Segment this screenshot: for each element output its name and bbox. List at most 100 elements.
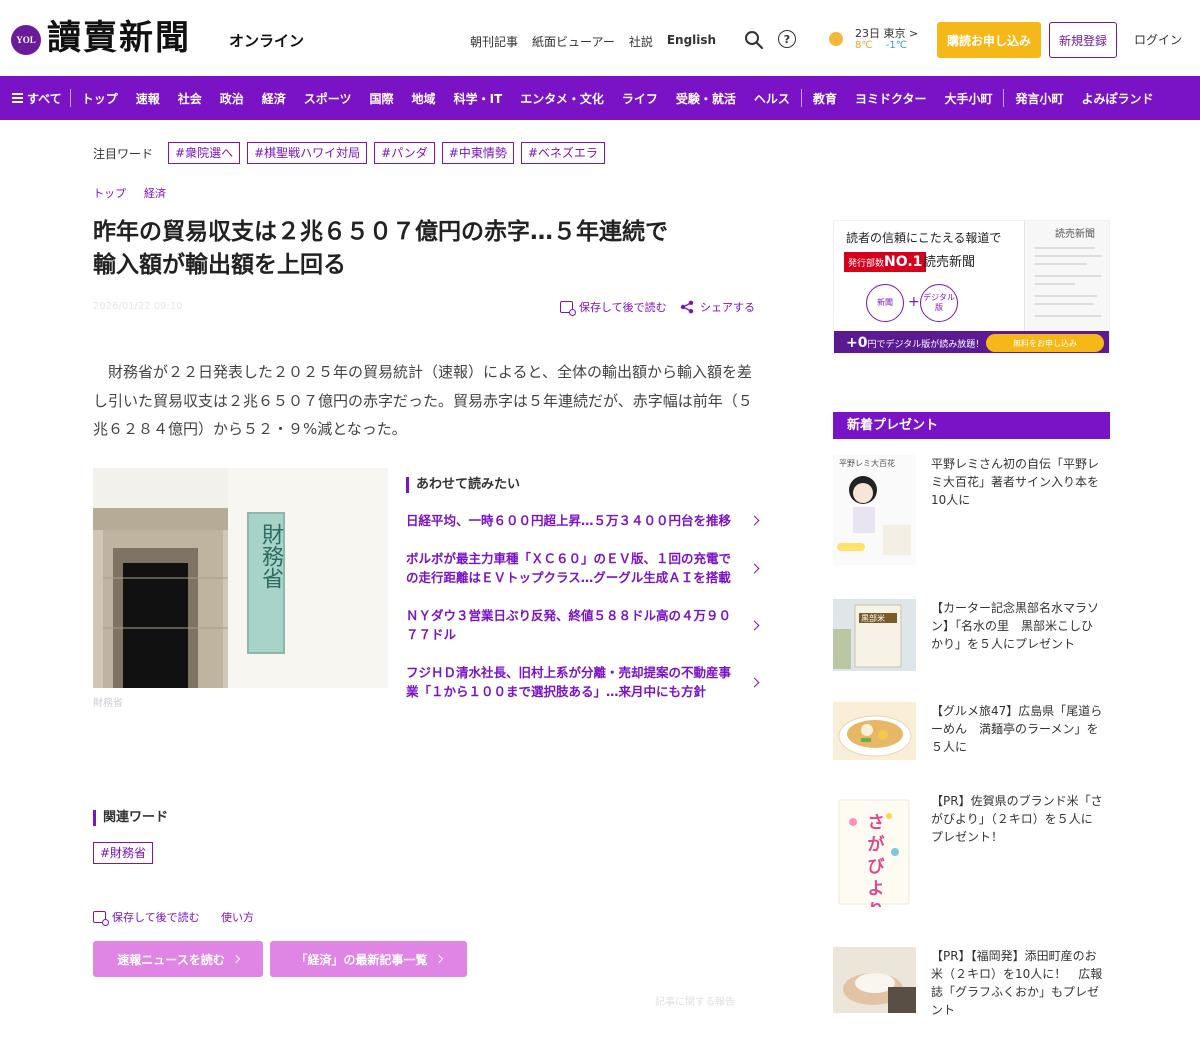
link-english[interactable]: English [667,33,716,50]
share-label: シェアする [700,301,755,314]
ad-apply-button[interactable]: 無料をお申し込み [986,334,1104,352]
weather-city[interactable]: 23日 東京 > [855,25,918,41]
temp-high: 8℃ [855,40,873,51]
ad-paper-title: 読売新聞 [1055,229,1095,240]
nav-item-exam[interactable]: 受験・就活 [667,90,745,107]
trending-topics: 注目ワード #衆院選へ #棋聖戦ハワイ対局 #パンダ #中東情勢 #ベネズエラ [93,142,605,164]
gifts-heading: 新着プレゼント [833,412,1110,439]
bookmark-icon [560,301,576,316]
nav-item-yomidr[interactable]: ヨミドクター [846,90,936,107]
weather-temp: 8℃ -1℃ [855,40,907,51]
nav-item-yomipo[interactable]: よみぽランド [1073,90,1163,107]
nav-item-politics[interactable]: 政治 [211,90,253,107]
top-links: 朝刊記事 紙面ビューアー 社説 English [470,33,716,50]
keyword-tag[interactable]: #財務省 [93,842,154,864]
book-illustration [837,476,911,555]
topic-tag[interactable]: #中東情勢 [441,142,514,164]
nav-item-health[interactable]: ヘルス [745,90,799,107]
temp-low: -1℃ [885,40,907,51]
nav-menu-label: すべて [27,91,62,106]
usage-link[interactable]: 使い方 [221,909,254,925]
report-link[interactable]: 記事に関する報告 [655,993,735,1008]
gift-item[interactable]: 黒部米 【カーター記念黒部名水マラソン】「名水の里 黒部米こしひかり」を５人にプ… [833,599,1110,671]
gift-thumb: さがびより [833,792,916,907]
breadcrumb: トップ 経済 [93,185,166,201]
nav-item-hatsugen[interactable]: 発言小町 [1006,90,1072,107]
breadcrumb-economy[interactable]: 経済 [144,185,166,201]
nav-menu-all[interactable]: すべて [0,90,68,107]
nav-divider [1003,89,1005,107]
link-morning-articles[interactable]: 朝刊記事 [470,33,518,50]
gift-item[interactable]: 【グルメ旅47】広島県「尾道らーめん 満麺亭のラーメン」を５人に [833,702,1110,760]
nav-item-otekomachi[interactable]: 大手小町 [935,90,1001,107]
subscription-ad[interactable]: 読者の信頼にこたえる報道で 発行部数NO.1 読売新聞 新聞 + デジタル版 読… [833,220,1110,354]
nav-item-science[interactable]: 科学・IT [445,90,512,107]
help-icon[interactable]: ? [778,30,796,48]
ad-bar-big: +0 [846,335,868,351]
sign-text: 財務省 [258,523,283,589]
gift-thumb [833,702,916,760]
link-editorial[interactable]: 社説 [629,33,653,50]
gift-thumb: 平野レミ大百花 [833,455,916,565]
nav-item-local[interactable]: 地域 [403,90,445,107]
topic-tag[interactable]: #棋聖戦ハワイ対局 [247,142,368,164]
headline-line-2: 輸入額が輸出額を上回る [93,252,346,278]
bookmark-icon [93,911,109,926]
read-breaking-news-button[interactable]: 速報ニュースを読む [93,941,263,977]
nav-item-sports[interactable]: スポーツ [295,90,361,107]
logo-badge[interactable]: YOL [11,25,41,55]
site-logo-sub[interactable]: オンライン [229,30,304,51]
breadcrumb-top[interactable]: トップ [93,185,126,201]
gift-item[interactable]: さがびより 【PR】佐賀県のブランド米「さがびより」（２キロ）を５人にプレゼント… [833,792,1110,907]
ad-badge-prefix: 発行部数 [848,259,885,269]
related-item[interactable]: ＮＹダウ３営業日ぶり反発、終値５８８ドル高の４万９０７７ドル [406,606,762,644]
ad-bar-small: 円でデジタル版が読み放題！ [867,340,985,350]
hamburger-icon [12,93,23,103]
related-item[interactable]: ボルボが最主力車種「ＸＣ６０」のＥＶ版、１回の充電での走行距離はＥＶトップクラス… [406,549,762,587]
newspaper-image: 読売新聞 [1024,221,1109,331]
ramen-illustration [833,702,916,760]
gift-thumb-label: 黒部米 [861,614,885,623]
search-icon[interactable] [744,30,764,50]
share-button[interactable]: シェアする [680,299,755,315]
chevron-right-icon [749,677,760,687]
chevron-right-icon [749,563,760,573]
nav-item-economy[interactable]: 経済 [253,90,295,107]
nav-item-top[interactable]: トップ [73,90,127,107]
site-header: YOL 讀賣新聞 オンライン 朝刊記事 紙面ビューアー 社説 English ?… [0,0,1200,76]
nav-divider [800,89,802,107]
chevron-right-icon [749,620,760,630]
topic-tag[interactable]: #ベネズエラ [520,142,605,164]
latest-economy-button[interactable]: 「経済」の最新記事一覧 [270,941,467,977]
nav-item-breaking[interactable]: 速報 [127,90,169,107]
register-button[interactable]: 新規登録 [1049,22,1117,58]
gift-thumb-label: 平野レミ大百花 [839,459,895,468]
ad-circle-digital: デジタル版 [920,284,958,322]
nav-item-world[interactable]: 国際 [361,90,403,107]
ad-bar: +0円でデジタル版が読み放題！ 無料をお申し込み [834,331,1109,353]
nav-item-education[interactable]: 教育 [804,90,846,107]
related-item[interactable]: 日経平均、一時６００円超上昇…５万３４００円台を推移 [406,511,762,530]
link-paper-viewer[interactable]: 紙面ビューアー [532,33,615,50]
nav-item-society[interactable]: 社会 [169,90,211,107]
nav-divider [69,89,71,107]
nav-item-life[interactable]: ライフ [613,90,667,107]
topic-tag[interactable]: #衆院選へ [168,142,241,164]
save-for-later-button-bottom[interactable]: 保存して後で読む [93,909,200,926]
gift-item[interactable]: 平野レミ大百花 平野レミさん初の自伝「平野レミ大百花」著者サイン入り本を10人に [833,455,1110,565]
rice-bag-illustration [833,599,916,671]
gift-title: 平野レミさん初の自伝「平野レミ大百花」著者サイン入り本を10人に [931,457,1100,507]
article-photo[interactable]: 財務省 [93,468,388,688]
subscribe-button[interactable]: 購読お申し込み [937,22,1041,58]
sun-icon [829,32,843,46]
related-item[interactable]: フジＨＤ清水社長、旧村上系が分離・売却提案の不動産事業「１から１００まで選択肢あ… [406,663,762,701]
gift-thumb-label: さがびより [867,813,885,907]
gift-item[interactable]: 【PR】【福岡発】添田町産のお米（２キロ）を10人に！ 広報誌「グラフふくおか」… [833,947,1110,1017]
save-for-later-button[interactable]: 保存して後で読む [560,299,667,316]
save-label-bottom: 保存して後で読む [112,911,200,924]
article-date: 2026/01/22 09:10 [93,301,183,312]
site-logo[interactable]: 讀賣新聞 [47,16,191,60]
login-link[interactable]: ログイン [1134,31,1182,48]
topic-tag[interactable]: #パンダ [374,142,435,164]
nav-item-entertainment[interactable]: エンタメ・文化 [511,90,613,107]
